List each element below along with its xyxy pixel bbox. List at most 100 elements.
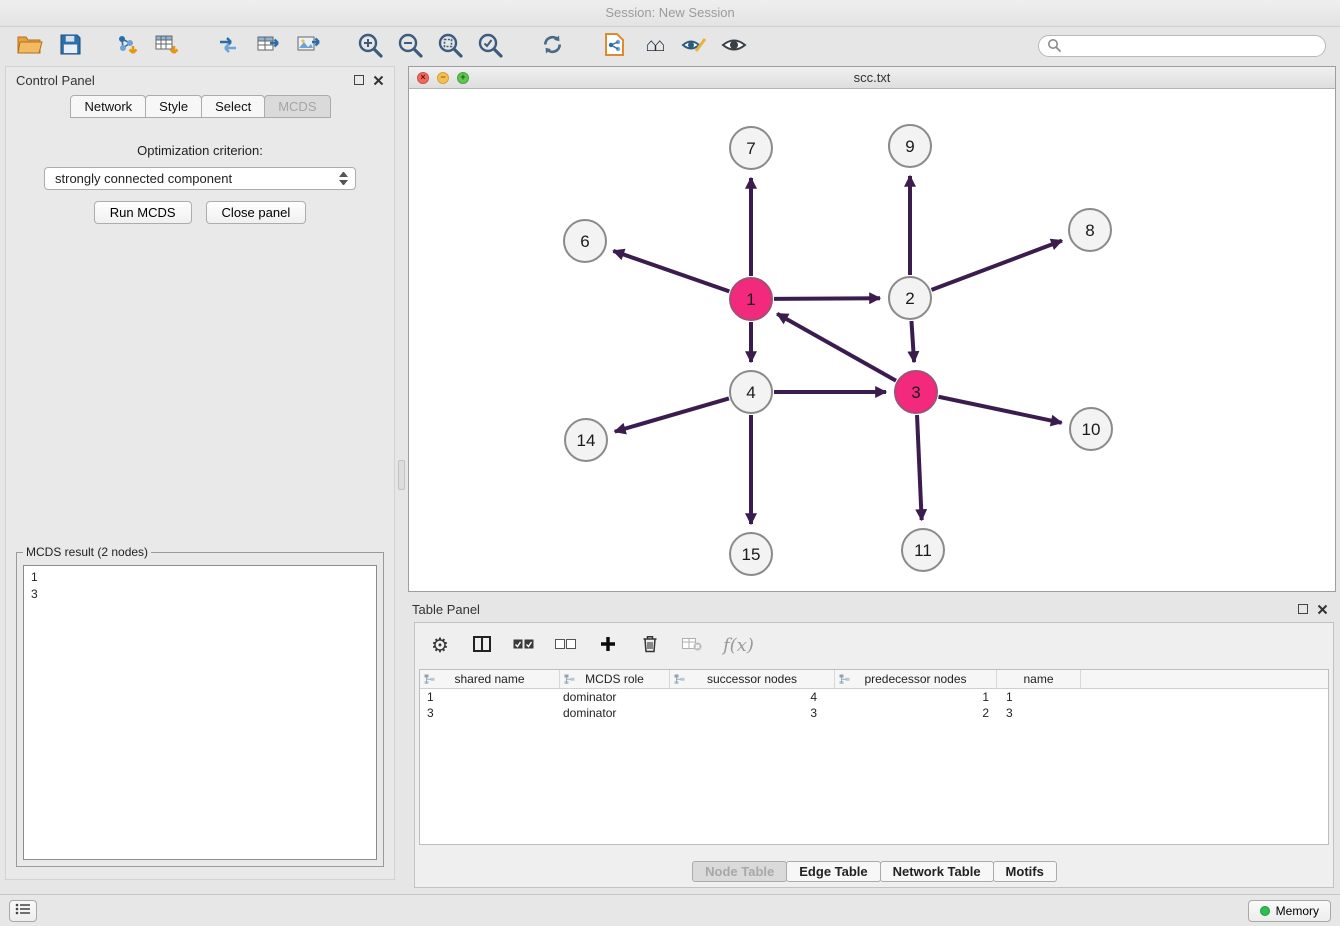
dropdown-value: strongly connected component — [55, 171, 232, 186]
close-panel-button[interactable]: Close panel — [206, 201, 307, 224]
network-overview-button[interactable]: ⌂⌂ — [638, 31, 670, 61]
graph-node-6[interactable]: 6 — [564, 220, 606, 262]
table-row[interactable]: 1 dominator 4 1 1 — [420, 689, 1328, 705]
panel-splitter-handle[interactable] — [398, 460, 405, 490]
edge-1-6[interactable] — [613, 251, 729, 292]
import-table-button[interactable] — [150, 31, 182, 61]
cell-mcds-role[interactable]: dominator — [560, 706, 670, 720]
annotation-eye-button[interactable] — [678, 31, 710, 61]
task-history-button[interactable] — [9, 900, 37, 922]
tab-motifs[interactable]: Motifs — [993, 861, 1057, 882]
cell-shared-name[interactable]: 3 — [420, 706, 560, 720]
column-header-mcds-role[interactable]: MCDS role — [560, 670, 670, 688]
svg-text:2: 2 — [905, 289, 914, 308]
node-table: shared name MCDS role successor nodes pr… — [419, 669, 1329, 845]
column-header-name[interactable]: name — [997, 670, 1081, 688]
graph-node-15[interactable]: 15 — [730, 533, 772, 575]
checked-boxes-icon — [513, 638, 535, 653]
tab-node-table[interactable]: Node Table — [692, 861, 787, 882]
export-network-button[interactable] — [212, 31, 244, 61]
export-image-button[interactable] — [292, 31, 324, 61]
column-header-successor-nodes[interactable]: successor nodes — [670, 670, 835, 688]
run-mcds-button[interactable]: Run MCDS — [94, 201, 192, 224]
cell-name[interactable]: 3 — [997, 706, 1081, 720]
edge-2-8[interactable] — [932, 241, 1062, 290]
show-hide-graphics-button[interactable] — [718, 31, 750, 61]
graph-node-2[interactable]: 2 — [889, 277, 931, 319]
eye-pencil-icon — [681, 35, 708, 58]
refresh-layout-button[interactable] — [536, 31, 568, 61]
close-panel-icon[interactable] — [373, 75, 384, 86]
tab-select[interactable]: Select — [201, 95, 265, 118]
export-table-button[interactable] — [252, 31, 284, 61]
save-disk-icon — [60, 34, 81, 58]
open-session-button[interactable] — [14, 31, 46, 61]
edge-1-2[interactable] — [774, 298, 880, 299]
table-settings-button[interactable]: ⚙ — [429, 630, 451, 660]
graph-node-4[interactable]: 4 — [730, 371, 772, 413]
svg-text:14: 14 — [577, 431, 596, 450]
graph-node-11[interactable]: 11 — [902, 529, 944, 571]
graph-node-9[interactable]: 9 — [889, 125, 931, 167]
import-network-button[interactable] — [110, 31, 142, 61]
export-table-icon — [256, 33, 281, 60]
zoom-out-button[interactable] — [394, 31, 426, 61]
edge-3-10[interactable] — [939, 397, 1062, 423]
float-table-panel-icon[interactable] — [1298, 604, 1308, 614]
cell-name[interactable]: 1 — [997, 690, 1081, 704]
deselect-all-columns-button[interactable] — [555, 630, 577, 660]
graph-node-14[interactable]: 14 — [565, 419, 607, 461]
column-header-shared-name[interactable]: shared name — [420, 670, 560, 688]
network-view-window: scc.txt × − + 7968124314101511 — [408, 66, 1336, 592]
network-snapshot-button[interactable] — [598, 31, 630, 61]
edge-3-1[interactable] — [777, 314, 896, 381]
zoom-selected-button[interactable] — [474, 31, 506, 61]
save-session-button[interactable] — [54, 31, 86, 61]
tab-network[interactable]: Network — [70, 95, 146, 118]
zoom-in-button[interactable] — [354, 31, 386, 61]
graph-node-7[interactable]: 7 — [730, 127, 772, 169]
svg-text:9: 9 — [905, 137, 914, 156]
edge-3-11[interactable] — [917, 415, 922, 520]
cell-successor-nodes[interactable]: 3 — [670, 706, 835, 720]
edge-4-14[interactable] — [615, 398, 729, 431]
zoom-fit-icon — [437, 32, 463, 61]
optimization-criterion-select[interactable]: strongly connected component — [44, 167, 356, 190]
tab-network-table[interactable]: Network Table — [880, 861, 994, 882]
cell-successor-nodes[interactable]: 4 — [670, 690, 835, 704]
svg-text:15: 15 — [742, 545, 761, 564]
zoom-fit-button[interactable] — [434, 31, 466, 61]
close-table-panel-icon[interactable] — [1317, 604, 1328, 615]
memory-button[interactable]: Memory — [1248, 900, 1331, 922]
import-table-icon — [154, 33, 179, 60]
delete-table-button[interactable] — [681, 630, 703, 660]
tab-style[interactable]: Style — [145, 95, 202, 118]
select-all-columns-button[interactable] — [513, 630, 535, 660]
cell-shared-name[interactable]: 1 — [420, 690, 560, 704]
network-canvas[interactable]: 7 9 6 8 1 2 4 3 14 10 15 11 — [409, 90, 1335, 591]
graph-node-1[interactable]: 1 — [730, 278, 772, 320]
tab-mcds[interactable]: MCDS — [264, 95, 330, 118]
delete-column-button[interactable] — [639, 630, 661, 660]
cell-predecessor-nodes[interactable]: 1 — [835, 690, 997, 704]
function-builder-button[interactable]: f(x) — [723, 630, 754, 660]
float-panel-icon[interactable] — [354, 75, 364, 85]
optimization-criterion-label: Optimization criterion: — [6, 143, 394, 158]
mcds-result-list[interactable]: 1 3 — [23, 565, 377, 860]
table-row[interactable]: 3 dominator 3 2 3 — [420, 705, 1328, 721]
tab-edge-table[interactable]: Edge Table — [786, 861, 880, 882]
create-column-button[interactable] — [597, 630, 619, 660]
search-input[interactable] — [1061, 39, 1317, 53]
cell-predecessor-nodes[interactable]: 2 — [835, 706, 997, 720]
toggle-column-view-button[interactable] — [471, 630, 493, 660]
memory-label: Memory — [1276, 904, 1319, 918]
plus-icon — [600, 636, 616, 655]
cell-mcds-role[interactable]: dominator — [560, 690, 670, 704]
column-header-predecessor-nodes[interactable]: predecessor nodes — [835, 670, 997, 688]
edge-2-3[interactable] — [911, 321, 914, 362]
graph-node-8[interactable]: 8 — [1069, 209, 1111, 251]
network-graph[interactable]: 7 9 6 8 1 2 4 3 14 10 15 11 — [409, 90, 1335, 592]
mcds-result-group: MCDS result (2 nodes) 1 3 — [16, 545, 384, 867]
graph-node-3[interactable]: 3 — [895, 371, 937, 413]
graph-node-10[interactable]: 10 — [1070, 408, 1112, 450]
